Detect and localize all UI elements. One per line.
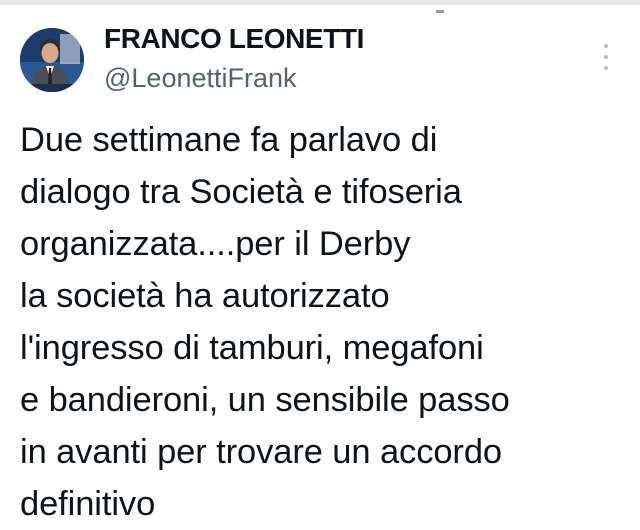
tweet-text-line: in avanti per trovare un accordo [20,433,502,471]
avatar-photo-icon [20,28,84,92]
tweet-card: FRANCO LEONETTI @LeonettiFrank Due setti… [0,0,640,525]
tweet-text: Due settimane fa parlavo di dialogo tra … [20,114,630,530]
top-divider [0,0,640,5]
avatar[interactable] [20,28,84,92]
author-display-name[interactable]: FRANCO LEONETTI [104,23,364,55]
tweet-text-line: Due settimane fa parlavo di [20,121,438,159]
tweet-text-line: dialogo tra Società e tifoseria [20,173,462,211]
more-dot [604,44,608,48]
tweet-text-line: la società ha autorizzato [20,277,390,315]
tweet-text-line: l'ingresso di tamburi, megafoni [20,329,484,367]
tweet-text-line: e bandieroni, un sensibile passo [20,381,510,419]
tweet-text-line: definitivo [20,485,156,523]
more-dot [604,55,608,59]
tweet-text-line: organizzata....per il Derby [20,225,411,263]
more-dot [604,66,608,70]
more-vertical-icon[interactable] [598,44,614,70]
author-handle[interactable]: @LeonettiFrank [104,63,297,94]
top-dash-mark [436,10,444,13]
